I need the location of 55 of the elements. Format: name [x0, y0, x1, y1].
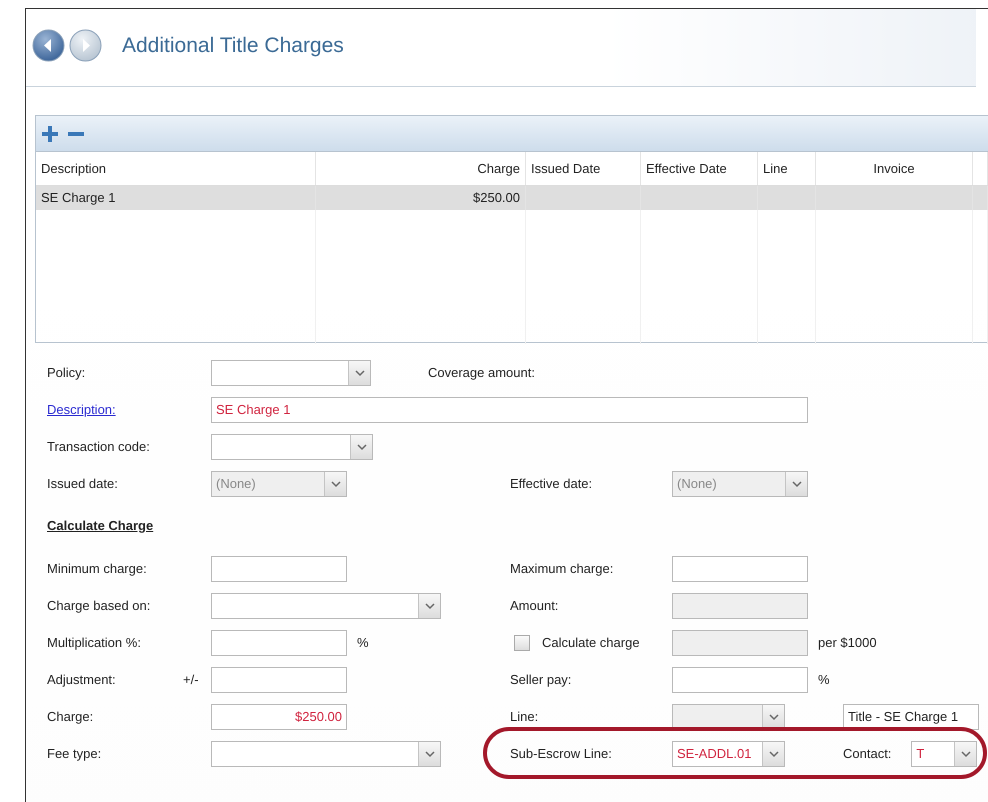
- field-label: Fee type:: [47, 744, 102, 763]
- field-suffix: %: [357, 634, 369, 652]
- column-header[interactable]: Issued Date: [526, 152, 641, 185]
- field-label: Issued date:: [47, 474, 119, 493]
- field-label: Contact:: [843, 744, 892, 763]
- chevron-icon: [790, 478, 802, 488]
- table-row[interactable]: SE Charge 1 $250.00: [36, 186, 988, 210]
- field-label: Minimum charge:: [47, 560, 148, 578]
- input-field[interactable]: SE Charge 1: [211, 396, 808, 422]
- input-field[interactable]: Title - SE Charge 1: [843, 704, 979, 730]
- chevron-icon: [768, 748, 780, 758]
- field-label: Amount:: [510, 596, 560, 615]
- field-suffix: Coverage amount:: [428, 364, 535, 382]
- table-cell: SE Charge 1: [36, 186, 316, 210]
- column-header[interactable]: Effective Date: [641, 152, 758, 185]
- field-label: Seller pay:: [510, 670, 572, 689]
- page-title: Additional Title Charges: [122, 32, 344, 59]
- column-header[interactable]: Description: [36, 152, 316, 185]
- dropdown[interactable]: T: [911, 740, 978, 766]
- field-label: Adjustment:: [47, 670, 117, 689]
- column-header[interactable]: Invoice: [816, 152, 973, 185]
- field-label: Charge based on:: [47, 596, 152, 615]
- field-label: Effective date:: [510, 474, 594, 493]
- field-link[interactable]: Description:: [47, 400, 211, 420]
- field-suffix: %: [818, 670, 830, 689]
- input-field[interactable]: [211, 666, 347, 692]
- chevron-icon: [356, 442, 368, 452]
- chevron-icon: [424, 748, 436, 758]
- back-button[interactable]: [32, 29, 65, 62]
- checkbox-label: Calculate charge: [542, 634, 640, 652]
- field-label: Policy:: [47, 364, 86, 382]
- field-label: Line:: [510, 708, 540, 726]
- input-field[interactable]: [211, 556, 347, 582]
- chevron-icon: [330, 478, 342, 488]
- field-label: Maximum charge:: [510, 560, 614, 578]
- chevron-icon: [424, 600, 436, 610]
- table-cell: $250.00: [316, 186, 526, 210]
- field-label: Transaction code:: [47, 438, 151, 456]
- field-label: Sub-Escrow Line:: [510, 744, 613, 763]
- chevron-icon: [354, 368, 366, 378]
- field-suffix: per $1000: [818, 634, 877, 652]
- field-label: Multiplication %:: [47, 634, 142, 652]
- chevron-icon: [960, 748, 972, 758]
- input-field[interactable]: [211, 630, 347, 656]
- add-icon[interactable]: [40, 124, 60, 144]
- column-header[interactable]: Line: [758, 152, 816, 185]
- input-field[interactable]: $250.00: [211, 704, 347, 730]
- column-header[interactable]: Charge: [316, 152, 526, 185]
- input-field[interactable]: [672, 556, 808, 582]
- input-field[interactable]: [672, 666, 808, 692]
- chevron-icon: [768, 712, 780, 722]
- field-label: Charge:: [47, 708, 94, 726]
- field-prefix: +/-: [183, 670, 200, 689]
- dropdown[interactable]: SE-ADDL.01: [672, 740, 785, 766]
- section-heading: Calculate Charge: [47, 517, 154, 536]
